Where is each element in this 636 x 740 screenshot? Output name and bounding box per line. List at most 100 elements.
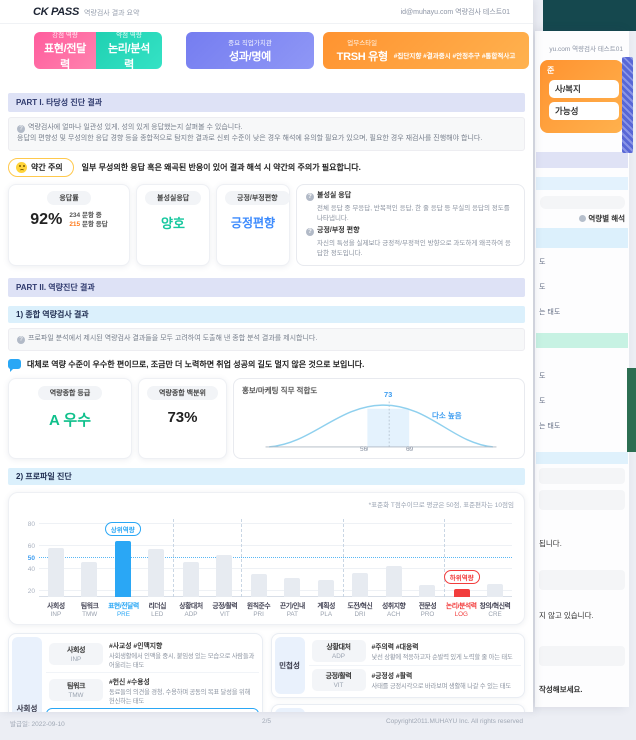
x-axis-label: 표현/전달력PRE (107, 600, 141, 618)
bias-card: 긍정/부정편향 긍정편향 (216, 184, 290, 266)
back-green-bar (627, 368, 636, 452)
back-fragment: 지 않고 있습니다. (539, 610, 594, 621)
competency-text: #주의력 #대응력낯선 상황에 적응하고자 순발력 있게 노력할 줄 아는 태도 (372, 641, 519, 661)
competency-group-block: 민첩성상황대처ADP#주의력 #대응력낯선 상황에 적응하고자 순발력 있게 노… (271, 633, 526, 698)
x-axis-label: 원칙준수PRI (242, 600, 276, 618)
back-part-bar (536, 152, 628, 168)
report-page: CK PASS역량검사 결과 요약 id@muhayu.com 역량검사 테스트… (0, 0, 533, 712)
bar-pre[interactable] (115, 541, 131, 597)
page-footer: 발급일: 2022-09-10 2/5 Copyright2011.MUHAYU… (0, 718, 533, 728)
competency-row-pri[interactable]: 원칙준수PRI#규범지향 #정직/겸손정해진 규범이나 원칙을 이해하고 따르며… (309, 708, 522, 712)
weakness-card: 약점 역량 논리/분석력 (96, 32, 162, 69)
bar-slot (377, 519, 411, 597)
back-fragment: 도 (539, 396, 545, 406)
competency-row-tmw[interactable]: 팀워크TMW#헌신 #수용성동료들의 의견을 경청, 수용하며 공동의 목표 달… (46, 672, 259, 708)
speech-bubble-icon (8, 359, 21, 369)
bar-vit[interactable] (216, 555, 232, 596)
bar-slot (174, 519, 208, 597)
back-fragment: 작성해보세요. (539, 684, 582, 695)
warning-text: 일부 무성의한 응답 혹은 왜곡된 반응이 있어 결과 해석 시 약간의 주의가… (82, 162, 361, 173)
bar-cre[interactable] (487, 584, 503, 596)
grade-value: A 우수 (17, 409, 123, 430)
bar-inp[interactable] (48, 548, 64, 597)
back-account-text: yu.com 역량검사 테스트01 (535, 43, 623, 53)
competency-row-inp[interactable]: 사회성INP#사교성 #인맥지향사회생활에서 인맥을 중시, 붙임성 있는 모습… (46, 637, 259, 672)
chart-x-labels: 사회성INP팀워크TMW표현/전달력PRE리더십LED상황대처ADP긍정/활력V… (39, 600, 512, 618)
y-axis-tick: 40 (19, 566, 35, 573)
logo-suffix: 역량검사 결과 요약 (84, 10, 139, 17)
bar-slot (276, 519, 310, 597)
chart-note: *표준화 T점수이므로 평균은 50점, 표준편차는 10점임 (15, 499, 514, 509)
bar-slot (73, 519, 107, 597)
grade-box: 역량종합 등급 A 우수 (8, 378, 132, 459)
back-highlight-row (536, 228, 628, 248)
x-axis-label: 끈기/인내PAT (275, 600, 309, 618)
worried-face-icon (16, 162, 27, 173)
info-icon: ? (306, 193, 314, 201)
report-canvas: yu.com 역량검사 테스트01 준 사/복지 가능성 역량별 해석 도 도 … (0, 0, 636, 740)
sincerity-card: 불성실응답 양호 (136, 184, 210, 266)
upper-competency-badge: 상위역량 (105, 522, 141, 536)
group-rows: 원칙준수PRI#규범지향 #정직/겸손정해진 규범이나 원칙을 이해하고 따르며… (309, 708, 522, 712)
bar-ach[interactable] (386, 566, 402, 596)
issue-date: 발급일: 2022-09-10 (10, 718, 65, 728)
competency-text: #사교성 #인맥지향사회생활에서 인맥을 중시, 붙임성 있는 모습으로 사람들… (109, 640, 256, 669)
back-fragment: 는 태도 (539, 421, 560, 431)
bar-log[interactable] (454, 589, 470, 597)
y-axis-tick: 80 (19, 521, 35, 528)
back-fragment: 는 태도 (539, 307, 560, 317)
profile-bar-chart: *표준화 T점수이므로 평균은 50점, 표준편차는 10점임 20406080… (8, 492, 525, 625)
competency-text: #긍정성 #활력사태를 긍정시각으로 바라보며 생활해 나갈 수 있는 태도 (372, 670, 519, 690)
x-axis-label: 긍정/활력VIT (208, 600, 242, 618)
percentile-value: 73% (147, 409, 218, 426)
back-blue-bar (536, 452, 628, 464)
scroll-indicator[interactable] (622, 57, 633, 153)
back-gray-box (539, 490, 625, 510)
ckpass-logo: CK PASS역량검사 결과 요약 (33, 6, 139, 18)
strength-card: 강점 역량 표현/전달력 (34, 32, 96, 69)
bar-pat[interactable] (284, 578, 300, 597)
bar-led[interactable] (148, 549, 164, 597)
next-page-sheet: yu.com 역량검사 테스트01 준 사/복지 가능성 역량별 해석 도 도 … (535, 31, 629, 707)
competency-row-adp[interactable]: 상황대처ADP#주의력 #대응력낯선 상황에 적응하고자 순발력 있게 노력할 … (309, 637, 522, 665)
x-axis-label: 리더십LED (140, 600, 174, 618)
lower-competency-badge: 하위역량 (444, 570, 480, 584)
copyright: Copyright2011.MUHAYU Inc. All rights res… (386, 718, 523, 728)
response-rate-value: 92% (30, 211, 62, 229)
part2-header: PART II. 역량진단 결과 (8, 278, 525, 297)
x-axis-label: 상황대처ADP (174, 600, 208, 618)
mean-line-label: 50 (19, 555, 35, 562)
part1-info-box: ?역량검사에 얼마나 일관성 있게, 성의 있게 응답했는지 살펴볼 수 있습니… (8, 117, 525, 151)
group-label: 민첩성 (275, 637, 305, 694)
back-mint-bar (536, 333, 628, 348)
competency-row-pre[interactable]: 표현/전달력PRE#표현력 #설득력자신의 생각, 입장을 드러내고 이를 타인… (46, 708, 259, 712)
legend-term: ?불성실 응답 (306, 190, 515, 201)
fit-range-low: 56 (360, 446, 367, 453)
bar-pri[interactable] (251, 574, 267, 596)
back-box-possibility: 가능성 (549, 102, 619, 120)
bar-slot (411, 519, 446, 597)
bar-dri[interactable] (352, 573, 368, 596)
bar-slot (208, 519, 243, 597)
legend-term: ?긍정/부정 편향 (306, 225, 515, 236)
bar-slot (344, 519, 378, 597)
bar-pro[interactable] (419, 585, 435, 596)
stats-legend-card: ?불성실 응답 전체 응답 중 무응답, 반복적인 응답, 한 줄 응답 등 부… (296, 184, 525, 266)
info-icon: ? (17, 125, 25, 133)
competency-text: #규범지향 #정직/겸손정해진 규범이나 원칙을 이해하고 따르며 사람들을 대… (372, 711, 519, 712)
competency-row-vit[interactable]: 긍정/활력VIT #긍정성 #활력사태를 긍정시각으로 바라보며 생활해 나갈 수… (309, 665, 522, 694)
fit-marker-value: 73 (384, 390, 392, 399)
bar-adp[interactable] (183, 562, 199, 597)
x-axis-label: 팀워크TMW (73, 600, 107, 618)
job-fit-box: 홍보/마케팅 직무 적합도 73 다소 높음 56 (233, 378, 525, 459)
bar-tmw[interactable] (81, 562, 97, 597)
background-corner (543, 0, 636, 31)
bar-pla[interactable] (318, 580, 334, 597)
competency-name-cell: 긍정/활력VIT (312, 669, 366, 691)
competency-name-cell: 팀워크TMW (49, 679, 103, 701)
group-label: 규범성 (275, 708, 305, 712)
overall-comment: 대체로 역량 수준이 우수한 편이므로, 조금만 더 노력하면 취업 성공의 길… (8, 359, 525, 370)
response-rate-card: 응답률 92% 234 문항 중 215 문항 응답 (8, 184, 130, 266)
bar-slot: 하위역량 (445, 519, 479, 597)
x-axis-label: 전문성PRO (411, 600, 445, 618)
